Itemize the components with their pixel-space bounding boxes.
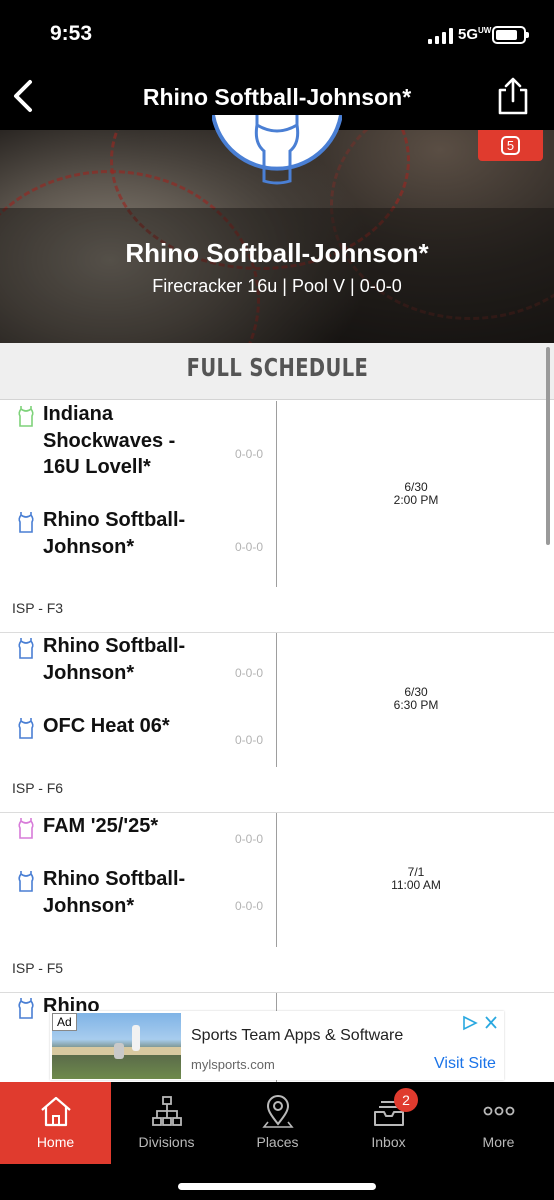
ad-label: Ad: [52, 1013, 77, 1031]
game-row[interactable]: Rhino Softball-Johnson* 0-0-0 OFC Heat 0…: [0, 633, 554, 813]
home-indicator[interactable]: [178, 1183, 376, 1190]
share-icon[interactable]: [496, 76, 530, 116]
team-name: Rhino Softball-Johnson*: [125, 238, 429, 268]
scrollbar[interactable]: [546, 347, 550, 545]
jersey-icon: [18, 818, 34, 839]
ad-close-icon[interactable]: [462, 1015, 500, 1031]
home-icon: [40, 1096, 71, 1127]
jersey-icon: [18, 512, 34, 533]
team-division-record: Firecracker 16u | Pool V | 0-0-0: [152, 276, 402, 296]
team-name-home: Indiana Shockwaves - 16U Lovell*: [43, 403, 176, 478]
bracket-icon: [151, 1096, 182, 1126]
team-record: 0-0-0: [234, 666, 263, 680]
top-bar: 9:53 5GUW Rhino Softball-Johnson*: [0, 0, 554, 130]
more-dots-icon: [483, 1106, 514, 1116]
game-time: 6:30 PM: [393, 698, 439, 712]
jersey-icon: [18, 718, 34, 739]
game-row[interactable]: Indiana Shockwaves - 16U Lovell* 0-0-0 R…: [0, 401, 554, 633]
network-label: 5GUW: [458, 26, 492, 43]
tab-inbox[interactable]: Inbox: [333, 1082, 444, 1164]
team-name-away: Rhino Softball-Johnson*: [43, 509, 186, 558]
team-record: 0-0-0: [234, 832, 263, 846]
team-record: 0-0-0: [234, 733, 263, 747]
game-row[interactable]: FAM '25/'25* 0-0-0 Rhino Softball-Johnso…: [0, 813, 554, 993]
ad-url: mylsports.com: [191, 1057, 275, 1072]
team-name-away: Rhino Softball-Johnson*: [43, 868, 186, 917]
jersey-icon: [18, 406, 34, 427]
team-logo-jersey-icon: [212, 115, 342, 185]
team-name-home: FAM '25/'25*: [43, 815, 159, 837]
team-record: 0-0-0: [234, 447, 263, 461]
nav-title: Rhino Softball-Johnson*: [142, 84, 412, 110]
back-chevron-icon[interactable]: [8, 78, 38, 114]
tab-places[interactable]: Places: [222, 1082, 333, 1164]
location-pin-icon: [261, 1095, 294, 1128]
game-location: ISP - F5: [12, 960, 64, 976]
schedule-header-title: FULL SCHEDULE: [186, 353, 368, 382]
signal-icon: [428, 28, 453, 44]
ad-image: Ad: [52, 1013, 181, 1079]
tab-divisions[interactable]: Divisions: [111, 1082, 222, 1164]
ad-title: Sports Team Apps & Software: [191, 1027, 404, 1044]
team-record: 0-0-0: [234, 899, 263, 913]
inbox-badge: 2: [394, 1088, 418, 1112]
jersey-icon: [18, 871, 34, 892]
game-location: ISP - F6: [12, 780, 64, 796]
team-record: 0-0-0: [234, 540, 263, 554]
status-time: 9:53: [50, 22, 93, 45]
schedule-header: FULL SCHEDULE: [0, 343, 554, 400]
tab-more[interactable]: More: [443, 1082, 554, 1164]
game-location: ISP - F3: [12, 600, 64, 616]
ad-banner[interactable]: Ad Sports Team Apps & Software mylsports…: [50, 1011, 504, 1080]
jersey-icon: [18, 638, 34, 659]
ad-visit-site-link[interactable]: Visit Site: [434, 1055, 496, 1073]
game-time: 2:00 PM: [393, 493, 439, 507]
tab-home[interactable]: Home: [0, 1082, 111, 1164]
team-name-away: OFC Heat 06*: [43, 715, 170, 737]
jersey-icon: [18, 998, 34, 1019]
team-name-home: Rhino Softball-Johnson*: [43, 635, 186, 684]
game-time: 11:00 AM: [391, 878, 441, 892]
notification-badge[interactable]: 5: [478, 130, 543, 161]
battery-icon: [492, 26, 529, 44]
